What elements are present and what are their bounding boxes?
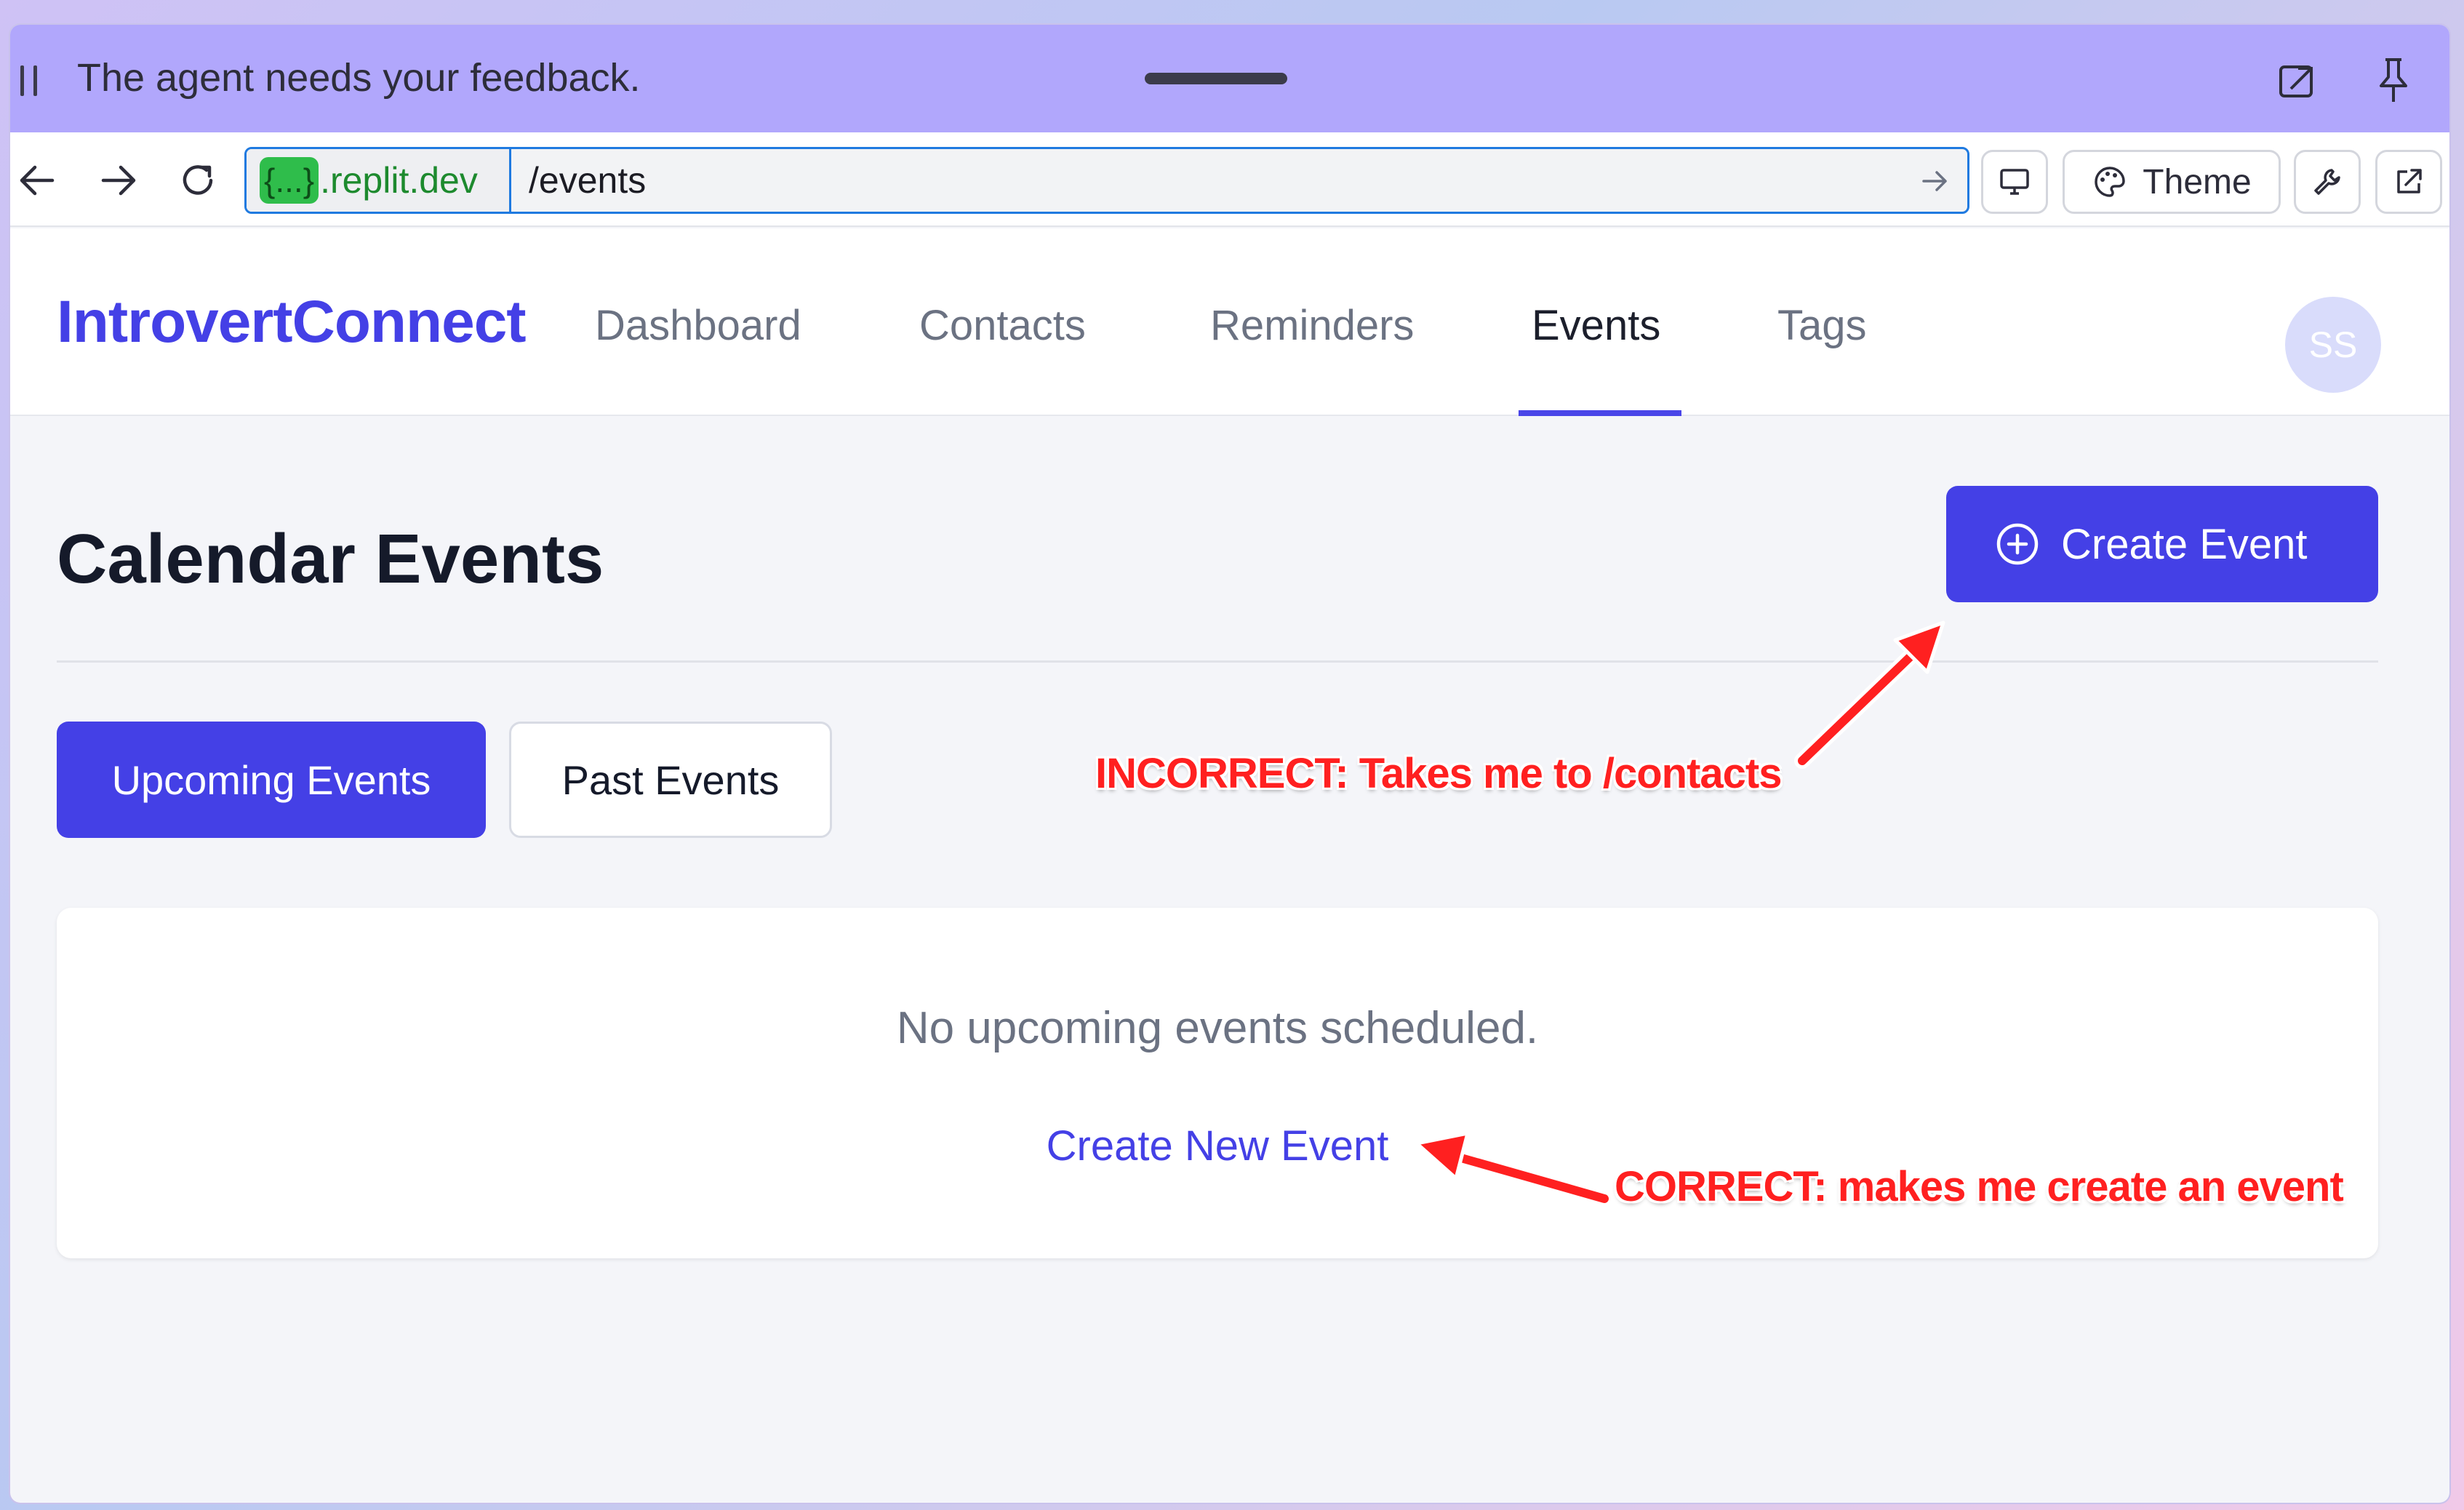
domain-indicator: {...} .replit.dev <box>247 149 511 212</box>
page-title: Calendar Events <box>57 520 604 598</box>
back-arrow-icon[interactable] <box>15 157 61 204</box>
pause-icon[interactable] <box>20 65 42 96</box>
tab-upcoming-events[interactable]: Upcoming Events <box>57 722 486 838</box>
go-arrow-icon[interactable] <box>1918 164 1953 199</box>
monitor-icon <box>2000 169 2029 195</box>
create-new-event-label: Create New Event <box>1046 1122 1389 1170</box>
feedback-bar: The agent needs your feedback. <box>10 25 2449 132</box>
nav-tags[interactable]: Tags <box>1777 301 1867 350</box>
wrench-icon <box>2314 169 2340 195</box>
create-event-label: Create Event <box>2061 520 2308 568</box>
empty-message: No upcoming events scheduled. <box>896 1003 1539 1053</box>
create-event-button[interactable]: Create Event <box>1946 486 2378 602</box>
nav-dashboard[interactable]: Dashboard <box>595 301 801 350</box>
brand-logo[interactable]: IntrovertConnect <box>57 288 527 356</box>
url-bar[interactable]: {...} .replit.dev /events <box>244 147 1969 214</box>
theme-button[interactable]: Theme <box>2063 150 2281 214</box>
drag-handle[interactable] <box>1145 73 1287 84</box>
active-nav-indicator <box>1519 410 1681 416</box>
app-navbar: IntrovertConnect Dashboard Contacts Remi… <box>10 228 2449 416</box>
nav-reminders[interactable]: Reminders <box>1210 301 1414 350</box>
device-preview-button[interactable] <box>1981 150 2048 214</box>
popout-icon[interactable] <box>2276 60 2319 102</box>
incorrect-annotation: INCORRECT: Takes me to /contacts <box>1095 750 1782 797</box>
path-input[interactable]: /events <box>529 149 1911 212</box>
domain-badge: {...} <box>260 157 319 204</box>
avatar[interactable]: SS <box>2285 297 2381 393</box>
pin-icon[interactable] <box>2372 55 2415 105</box>
forward-arrow-icon[interactable] <box>95 157 141 204</box>
nav-events[interactable]: Events <box>1532 301 1660 350</box>
header-divider <box>57 660 2378 663</box>
nav-contacts[interactable]: Contacts <box>919 301 1086 350</box>
devtools-button[interactable] <box>2294 150 2361 214</box>
domain-text: .replit.dev <box>320 160 478 201</box>
open-new-tab-button[interactable] <box>2375 150 2442 214</box>
feedback-message: The agent needs your feedback. <box>77 56 641 100</box>
tab-past-events[interactable]: Past Events <box>509 722 832 838</box>
theme-label: Theme <box>2143 162 2252 201</box>
browser-toolbar: {...} .replit.dev /events Theme <box>10 132 2449 227</box>
reload-icon[interactable] <box>175 157 221 204</box>
plus-circle-icon <box>1996 523 2039 565</box>
correct-annotation: CORRECT: makes me create an event <box>1615 1163 2344 1210</box>
palette-icon <box>2095 167 2126 197</box>
external-link-icon <box>2397 169 2422 193</box>
